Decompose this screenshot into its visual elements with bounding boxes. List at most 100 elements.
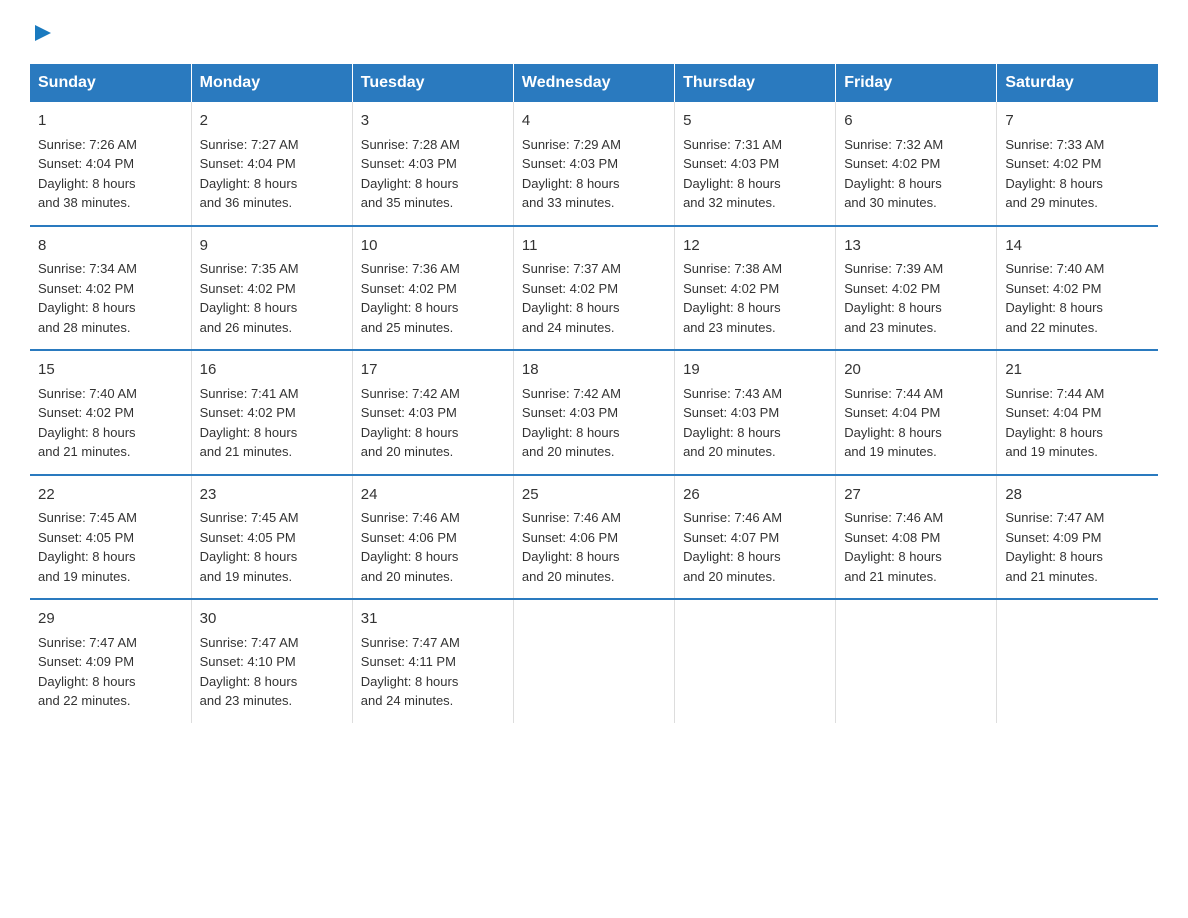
day-info: Sunrise: 7:44 AM Sunset: 4:04 PM Dayligh…: [844, 384, 988, 462]
table-row: 8Sunrise: 7:34 AM Sunset: 4:02 PM Daylig…: [30, 226, 191, 351]
table-row: 29Sunrise: 7:47 AM Sunset: 4:09 PM Dayli…: [30, 599, 191, 723]
day-info: Sunrise: 7:46 AM Sunset: 4:08 PM Dayligh…: [844, 508, 988, 586]
table-row: 31Sunrise: 7:47 AM Sunset: 4:11 PM Dayli…: [352, 599, 513, 723]
day-info: Sunrise: 7:46 AM Sunset: 4:06 PM Dayligh…: [361, 508, 505, 586]
day-info: Sunrise: 7:41 AM Sunset: 4:02 PM Dayligh…: [200, 384, 344, 462]
table-row: 26Sunrise: 7:46 AM Sunset: 4:07 PM Dayli…: [675, 475, 836, 600]
table-row: 1Sunrise: 7:26 AM Sunset: 4:04 PM Daylig…: [30, 102, 191, 226]
table-row: [675, 599, 836, 723]
day-info: Sunrise: 7:46 AM Sunset: 4:07 PM Dayligh…: [683, 508, 827, 586]
day-number: 3: [361, 110, 505, 133]
table-row: 16Sunrise: 7:41 AM Sunset: 4:02 PM Dayli…: [191, 350, 352, 475]
table-row: 24Sunrise: 7:46 AM Sunset: 4:06 PM Dayli…: [352, 475, 513, 600]
day-info: Sunrise: 7:47 AM Sunset: 4:10 PM Dayligh…: [200, 633, 344, 711]
table-row: 27Sunrise: 7:46 AM Sunset: 4:08 PM Dayli…: [836, 475, 997, 600]
day-info: Sunrise: 7:47 AM Sunset: 4:09 PM Dayligh…: [38, 633, 183, 711]
day-number: 24: [361, 484, 505, 507]
table-row: 30Sunrise: 7:47 AM Sunset: 4:10 PM Dayli…: [191, 599, 352, 723]
table-row: 15Sunrise: 7:40 AM Sunset: 4:02 PM Dayli…: [30, 350, 191, 475]
page-header: [30, 20, 1158, 44]
col-sunday: Sunday: [30, 64, 191, 102]
table-row: 20Sunrise: 7:44 AM Sunset: 4:04 PM Dayli…: [836, 350, 997, 475]
table-row: 14Sunrise: 7:40 AM Sunset: 4:02 PM Dayli…: [997, 226, 1158, 351]
table-row: 3Sunrise: 7:28 AM Sunset: 4:03 PM Daylig…: [352, 102, 513, 226]
day-number: 23: [200, 484, 344, 507]
col-tuesday: Tuesday: [352, 64, 513, 102]
day-info: Sunrise: 7:40 AM Sunset: 4:02 PM Dayligh…: [1005, 259, 1150, 337]
day-number: 9: [200, 235, 344, 258]
day-info: Sunrise: 7:32 AM Sunset: 4:02 PM Dayligh…: [844, 135, 988, 213]
day-number: 4: [522, 110, 666, 133]
day-info: Sunrise: 7:43 AM Sunset: 4:03 PM Dayligh…: [683, 384, 827, 462]
table-row: [513, 599, 674, 723]
day-info: Sunrise: 7:35 AM Sunset: 4:02 PM Dayligh…: [200, 259, 344, 337]
day-number: 25: [522, 484, 666, 507]
table-row: [836, 599, 997, 723]
table-row: 2Sunrise: 7:27 AM Sunset: 4:04 PM Daylig…: [191, 102, 352, 226]
day-info: Sunrise: 7:40 AM Sunset: 4:02 PM Dayligh…: [38, 384, 183, 462]
logo: [30, 20, 54, 44]
day-info: Sunrise: 7:28 AM Sunset: 4:03 PM Dayligh…: [361, 135, 505, 213]
day-info: Sunrise: 7:45 AM Sunset: 4:05 PM Dayligh…: [38, 508, 183, 586]
day-info: Sunrise: 7:37 AM Sunset: 4:02 PM Dayligh…: [522, 259, 666, 337]
day-number: 8: [38, 235, 183, 258]
table-row: 7Sunrise: 7:33 AM Sunset: 4:02 PM Daylig…: [997, 102, 1158, 226]
table-row: 11Sunrise: 7:37 AM Sunset: 4:02 PM Dayli…: [513, 226, 674, 351]
day-number: 12: [683, 235, 827, 258]
col-monday: Monday: [191, 64, 352, 102]
calendar-week-row: 29Sunrise: 7:47 AM Sunset: 4:09 PM Dayli…: [30, 599, 1158, 723]
day-number: 11: [522, 235, 666, 258]
day-info: Sunrise: 7:33 AM Sunset: 4:02 PM Dayligh…: [1005, 135, 1150, 213]
day-number: 13: [844, 235, 988, 258]
day-number: 26: [683, 484, 827, 507]
table-row: 23Sunrise: 7:45 AM Sunset: 4:05 PM Dayli…: [191, 475, 352, 600]
logo-triangle-icon: [32, 22, 54, 44]
calendar-week-row: 1Sunrise: 7:26 AM Sunset: 4:04 PM Daylig…: [30, 102, 1158, 226]
day-info: Sunrise: 7:46 AM Sunset: 4:06 PM Dayligh…: [522, 508, 666, 586]
calendar-week-row: 15Sunrise: 7:40 AM Sunset: 4:02 PM Dayli…: [30, 350, 1158, 475]
day-info: Sunrise: 7:29 AM Sunset: 4:03 PM Dayligh…: [522, 135, 666, 213]
day-number: 31: [361, 608, 505, 631]
table-row: 10Sunrise: 7:36 AM Sunset: 4:02 PM Dayli…: [352, 226, 513, 351]
day-number: 28: [1005, 484, 1150, 507]
day-info: Sunrise: 7:42 AM Sunset: 4:03 PM Dayligh…: [522, 384, 666, 462]
table-row: 4Sunrise: 7:29 AM Sunset: 4:03 PM Daylig…: [513, 102, 674, 226]
col-saturday: Saturday: [997, 64, 1158, 102]
day-info: Sunrise: 7:42 AM Sunset: 4:03 PM Dayligh…: [361, 384, 505, 462]
day-info: Sunrise: 7:36 AM Sunset: 4:02 PM Dayligh…: [361, 259, 505, 337]
day-number: 29: [38, 608, 183, 631]
day-info: Sunrise: 7:26 AM Sunset: 4:04 PM Dayligh…: [38, 135, 183, 213]
day-number: 5: [683, 110, 827, 133]
day-info: Sunrise: 7:45 AM Sunset: 4:05 PM Dayligh…: [200, 508, 344, 586]
day-number: 16: [200, 359, 344, 382]
col-friday: Friday: [836, 64, 997, 102]
day-info: Sunrise: 7:31 AM Sunset: 4:03 PM Dayligh…: [683, 135, 827, 213]
table-row: 6Sunrise: 7:32 AM Sunset: 4:02 PM Daylig…: [836, 102, 997, 226]
day-number: 27: [844, 484, 988, 507]
calendar-week-row: 22Sunrise: 7:45 AM Sunset: 4:05 PM Dayli…: [30, 475, 1158, 600]
table-row: 9Sunrise: 7:35 AM Sunset: 4:02 PM Daylig…: [191, 226, 352, 351]
table-row: 13Sunrise: 7:39 AM Sunset: 4:02 PM Dayli…: [836, 226, 997, 351]
day-number: 7: [1005, 110, 1150, 133]
table-row: 22Sunrise: 7:45 AM Sunset: 4:05 PM Dayli…: [30, 475, 191, 600]
calendar-header-row: Sunday Monday Tuesday Wednesday Thursday…: [30, 64, 1158, 102]
col-wednesday: Wednesday: [513, 64, 674, 102]
table-row: 25Sunrise: 7:46 AM Sunset: 4:06 PM Dayli…: [513, 475, 674, 600]
day-number: 30: [200, 608, 344, 631]
day-number: 1: [38, 110, 183, 133]
day-info: Sunrise: 7:44 AM Sunset: 4:04 PM Dayligh…: [1005, 384, 1150, 462]
day-info: Sunrise: 7:47 AM Sunset: 4:11 PM Dayligh…: [361, 633, 505, 711]
table-row: 17Sunrise: 7:42 AM Sunset: 4:03 PM Dayli…: [352, 350, 513, 475]
day-number: 19: [683, 359, 827, 382]
day-info: Sunrise: 7:38 AM Sunset: 4:02 PM Dayligh…: [683, 259, 827, 337]
day-number: 2: [200, 110, 344, 133]
day-number: 20: [844, 359, 988, 382]
table-row: 19Sunrise: 7:43 AM Sunset: 4:03 PM Dayli…: [675, 350, 836, 475]
day-info: Sunrise: 7:39 AM Sunset: 4:02 PM Dayligh…: [844, 259, 988, 337]
table-row: 21Sunrise: 7:44 AM Sunset: 4:04 PM Dayli…: [997, 350, 1158, 475]
day-number: 10: [361, 235, 505, 258]
day-number: 18: [522, 359, 666, 382]
table-row: 5Sunrise: 7:31 AM Sunset: 4:03 PM Daylig…: [675, 102, 836, 226]
calendar-table: Sunday Monday Tuesday Wednesday Thursday…: [30, 64, 1158, 723]
table-row: 18Sunrise: 7:42 AM Sunset: 4:03 PM Dayli…: [513, 350, 674, 475]
